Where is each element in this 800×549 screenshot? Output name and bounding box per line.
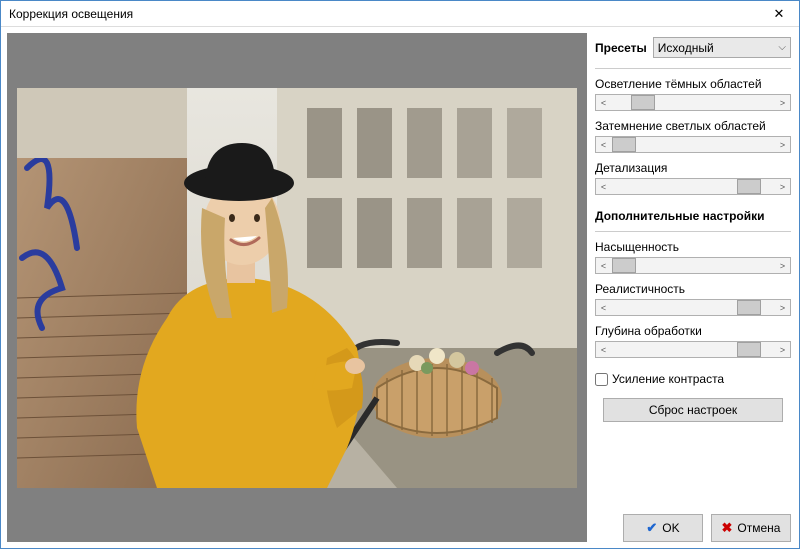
titlebar: Коррекция освещения ✕ (1, 1, 799, 27)
slider-label: Насыщенность (595, 240, 791, 254)
controls-panel: Пресеты Исходный ⌵ Осветление тёмных обл… (593, 33, 793, 542)
separator (595, 68, 791, 69)
reset-button[interactable]: Сброс настроек (603, 398, 783, 422)
slider-label: Реалистичность (595, 282, 791, 296)
slider-lighten-dark: Осветление тёмных областей < > (595, 77, 791, 111)
slider-track[interactable]: < > (595, 257, 791, 274)
preview-image (17, 88, 577, 488)
slider-right-arrow[interactable]: > (775, 137, 790, 152)
slider-left-arrow[interactable]: < (596, 95, 611, 110)
check-icon: ✔ (646, 520, 657, 536)
slider-right-arrow[interactable]: > (775, 300, 790, 315)
slider-thumb[interactable] (631, 95, 655, 110)
slider-track[interactable]: < > (595, 341, 791, 358)
cross-icon: ✖ (722, 520, 733, 536)
separator (595, 231, 791, 232)
cancel-label: Отмена (737, 521, 780, 535)
slider-thumb[interactable] (737, 342, 761, 357)
slider-track[interactable]: < > (595, 178, 791, 195)
slider-left-arrow[interactable]: < (596, 342, 611, 357)
slider-left-arrow[interactable]: < (596, 179, 611, 194)
slider-thumb[interactable] (737, 300, 761, 315)
presets-row: Пресеты Исходный ⌵ (595, 37, 791, 58)
dialog-body: Пресеты Исходный ⌵ Осветление тёмных обл… (1, 27, 799, 548)
slider-thumb[interactable] (612, 258, 636, 273)
cancel-button[interactable]: ✖ Отмена (711, 514, 791, 542)
contrast-label: Усиление контраста (612, 372, 724, 386)
slider-right-arrow[interactable]: > (775, 179, 790, 194)
presets-dropdown[interactable]: Исходный ⌵ (653, 37, 791, 58)
slider-thumb[interactable] (737, 179, 761, 194)
slider-right-arrow[interactable]: > (775, 258, 790, 273)
ok-button[interactable]: ✔ OK (623, 514, 703, 542)
ok-label: OK (662, 521, 679, 535)
window-title: Коррекция освещения (9, 7, 133, 21)
slider-track[interactable]: < > (595, 299, 791, 316)
contrast-checkbox-row: Усиление контраста (595, 372, 791, 386)
footer-buttons: ✔ OK ✖ Отмена (595, 514, 791, 542)
slider-darken-light: Затемнение светлых областей < > (595, 119, 791, 153)
slider-thumb[interactable] (612, 137, 636, 152)
close-icon: ✕ (774, 6, 785, 22)
reset-label: Сброс настроек (649, 403, 737, 417)
slider-label: Осветление тёмных областей (595, 77, 791, 91)
slider-realism: Реалистичность < > (595, 282, 791, 316)
slider-right-arrow[interactable]: > (775, 95, 790, 110)
advanced-header: Дополнительные настройки (595, 209, 791, 223)
dialog-window: Коррекция освещения ✕ (0, 0, 800, 549)
contrast-checkbox[interactable] (595, 373, 608, 386)
presets-label: Пресеты (595, 41, 647, 55)
image-preview-area (7, 33, 587, 542)
slider-left-arrow[interactable]: < (596, 258, 611, 273)
slider-left-arrow[interactable]: < (596, 300, 611, 315)
slider-label: Детализация (595, 161, 791, 175)
slider-left-arrow[interactable]: < (596, 137, 611, 152)
slider-label: Глубина обработки (595, 324, 791, 338)
slider-right-arrow[interactable]: > (775, 342, 790, 357)
presets-selected-value: Исходный (658, 41, 714, 55)
slider-track[interactable]: < > (595, 94, 791, 111)
slider-saturation: Насыщенность < > (595, 240, 791, 274)
slider-track[interactable]: < > (595, 136, 791, 153)
slider-label: Затемнение светлых областей (595, 119, 791, 133)
close-button[interactable]: ✕ (759, 1, 799, 27)
slider-depth: Глубина обработки < > (595, 324, 791, 358)
slider-detail: Детализация < > (595, 161, 791, 195)
spacer (595, 430, 791, 498)
chevron-down-icon: ⌵ (778, 42, 786, 53)
